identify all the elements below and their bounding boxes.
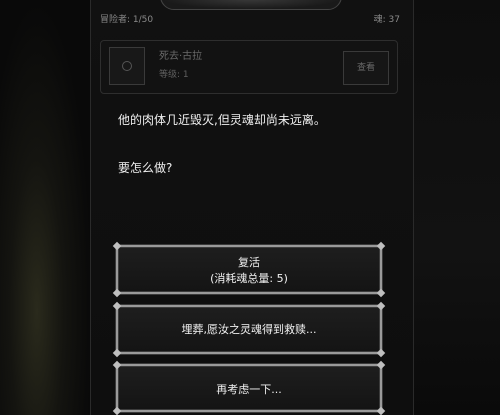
revive-label: 复活 — [238, 256, 260, 269]
portrait-icon — [122, 61, 132, 71]
top-ornament — [160, 0, 342, 10]
background-left — [0, 0, 92, 415]
character-detail-button[interactable]: 查看 — [343, 51, 389, 85]
reconsider-choice-button[interactable]: 再考虑一下... — [112, 360, 386, 415]
story-text: 他的肉体几近毁灭,但灵魂却尚未远离。 — [118, 113, 326, 127]
character-portrait — [109, 47, 145, 85]
character-panel: 死去·古拉 等级: 1 查看 — [100, 40, 398, 94]
character-level: 等级: 1 — [159, 70, 189, 80]
background-right — [410, 0, 500, 415]
soul-count: 魂: 37 — [373, 15, 400, 25]
bury-choice-button[interactable]: 埋葬,愿汝之灵魂得到救赎... — [112, 301, 386, 358]
reconsider-label: 再考虑一下... — [216, 383, 282, 396]
adventurer-count: 冒险者: 1/50 — [100, 15, 154, 25]
status-bar: 冒险者: 1/50 魂: 37 — [96, 10, 404, 26]
bury-label: 埋葬,愿汝之灵魂得到救赎... — [181, 323, 317, 336]
revive-choice-button[interactable]: 复活 (消耗魂总量: 5) — [112, 241, 386, 298]
story-question: 要怎么做? — [118, 161, 173, 175]
character-name: 死去·古拉 — [159, 51, 203, 62]
revive-cost: (消耗魂总量: 5) — [210, 272, 288, 285]
